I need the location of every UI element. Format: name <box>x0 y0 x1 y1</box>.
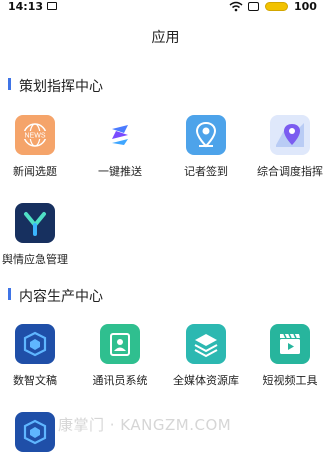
section-accent-bar <box>8 78 11 90</box>
app-dispatch-command[interactable]: 综合调度指挥 <box>248 115 331 179</box>
section-header-planning: 策划指挥中心 <box>0 76 331 95</box>
push-icon <box>100 115 140 155</box>
app-digital-manuscript[interactable]: 数智文稿 <box>0 324 77 388</box>
app-label: 记者签到 <box>184 165 228 178</box>
app-correspondent-system[interactable]: 通讯员系统 <box>78 324 162 388</box>
section-label: 内容生产中心 <box>19 289 103 305</box>
y-logo-icon <box>15 203 55 243</box>
app-label: 通讯员系统 <box>92 374 148 387</box>
wifi-icon <box>229 1 243 12</box>
app-short-video-tools[interactable]: 短视频工具 <box>248 324 331 388</box>
app-label: 全媒体资源库 <box>173 374 239 387</box>
app-news-topics[interactable]: NEWS 新闻选题 <box>0 115 77 179</box>
section-label: 策划指挥中心 <box>19 79 103 95</box>
app-label: 短视频工具 <box>262 374 318 387</box>
news-badge-text: NEWS <box>25 133 46 140</box>
app-label: 综合调度指挥 <box>257 165 323 178</box>
location-pin-icon <box>186 115 226 155</box>
watermark: 康掌门 · KANGZM.COM <box>58 416 232 434</box>
app-opinion-emergency[interactable]: 舆情应急管理 <box>0 203 77 267</box>
battery-level: 100 <box>294 0 317 13</box>
app-label: 一键推送 <box>98 165 142 178</box>
clapperboard-icon <box>270 324 310 364</box>
map-pin-icon <box>270 115 310 155</box>
cube-icon <box>15 324 55 364</box>
screen-icon <box>248 2 259 11</box>
news-icon: NEWS <box>15 115 55 155</box>
app-media-library[interactable]: 全媒体资源库 <box>164 324 248 388</box>
app-label: 新闻选题 <box>13 165 57 178</box>
layers-icon <box>186 324 226 364</box>
image-icon <box>47 2 57 10</box>
status-time: 14:13 <box>8 0 44 13</box>
app-label: 数智文稿 <box>13 374 57 387</box>
section-accent-bar <box>8 288 11 300</box>
battery-icon <box>265 2 288 11</box>
app-label: 舆情应急管理 <box>2 253 68 266</box>
app-reporter-checkin[interactable]: 记者签到 <box>164 115 248 179</box>
page-title: 应用 <box>151 30 180 46</box>
status-bar: 14:13 100 <box>0 0 331 14</box>
cube-icon <box>15 412 55 452</box>
contact-card-icon <box>100 324 140 364</box>
section-header-content: 内容生产中心 <box>0 286 331 305</box>
app-one-click-push[interactable]: 一键推送 <box>78 115 162 179</box>
